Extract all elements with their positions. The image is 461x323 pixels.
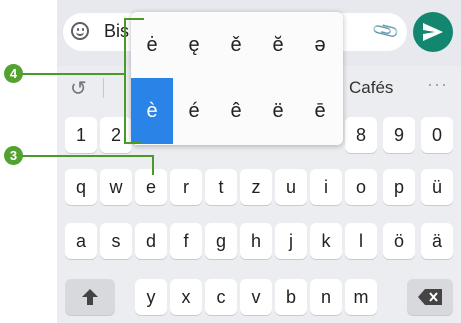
accent-schwa[interactable]: ə (299, 12, 341, 78)
key-d[interactable]: d (135, 223, 167, 259)
key-v[interactable]: v (240, 279, 272, 315)
keyboard-tools-icon[interactable]: ↺ (70, 76, 87, 101)
accent-popup: ė ę ě ĕ ə è é ê ë ē (131, 12, 343, 145)
key-g[interactable]: g (205, 223, 237, 259)
key-u[interactable]: u (275, 169, 307, 205)
key-f[interactable]: f (170, 223, 202, 259)
key-p[interactable]: p (383, 169, 415, 205)
key-o-umlaut[interactable]: ö (383, 223, 415, 259)
key-l[interactable]: l (345, 223, 377, 259)
key-w[interactable]: w (100, 169, 132, 205)
key-c[interactable]: c (205, 279, 237, 315)
key-s[interactable]: s (100, 223, 132, 259)
send-button[interactable] (413, 12, 453, 52)
callout-3-line (20, 155, 154, 157)
accent-e-diaeresis[interactable]: ë (257, 78, 299, 144)
backspace-icon (418, 289, 442, 305)
suggestion-divider (103, 78, 104, 98)
key-0[interactable]: 0 (421, 117, 453, 153)
key-2[interactable]: 2 (100, 117, 132, 153)
key-a[interactable]: a (65, 223, 97, 259)
callout-4-bracket (124, 18, 126, 144)
more-suggestions-icon[interactable]: ··· (427, 74, 448, 95)
shift-arrow-icon (82, 289, 98, 305)
accent-e-dot[interactable]: ė (131, 12, 173, 78)
callout-4-bracket-top (124, 18, 144, 20)
key-8[interactable]: 8 (345, 117, 377, 153)
callout-3-pointer (152, 155, 154, 175)
key-k[interactable]: k (310, 223, 342, 259)
key-z[interactable]: z (240, 169, 272, 205)
key-r[interactable]: r (170, 169, 202, 205)
key-a-umlaut[interactable]: ä (421, 223, 453, 259)
key-1[interactable]: 1 (65, 117, 97, 153)
key-j[interactable]: j (275, 223, 307, 259)
backspace-key[interactable] (407, 279, 453, 315)
key-b[interactable]: b (275, 279, 307, 315)
key-9[interactable]: 9 (383, 117, 415, 153)
callout-4-bracket-bottom (124, 142, 142, 144)
key-x[interactable]: x (170, 279, 202, 315)
emoji-icon[interactable] (71, 22, 89, 40)
key-i[interactable]: i (310, 169, 342, 205)
suggestion-word[interactable]: Cafés (349, 78, 393, 98)
accent-e-ogonek[interactable]: ę (173, 12, 215, 78)
accent-e-acute[interactable]: é (173, 78, 215, 144)
accent-e-caron[interactable]: ě (215, 12, 257, 78)
accent-e-macron[interactable]: ē (299, 78, 341, 144)
key-y[interactable]: y (135, 279, 167, 315)
accent-e-grave-selected[interactable]: è (131, 78, 173, 144)
accent-e-circumflex[interactable]: ê (215, 78, 257, 144)
key-e[interactable]: e (135, 169, 167, 205)
key-h[interactable]: h (240, 223, 272, 259)
key-q[interactable]: q (65, 169, 97, 205)
key-n[interactable]: n (310, 279, 342, 315)
accent-e-breve[interactable]: ĕ (257, 12, 299, 78)
callout-badge-4: 4 (4, 64, 23, 83)
key-u-umlaut[interactable]: ü (421, 169, 453, 205)
send-icon (423, 23, 443, 41)
callout-4-line (20, 73, 126, 75)
key-t[interactable]: t (205, 169, 237, 205)
callout-badge-3: 3 (4, 146, 23, 165)
key-o[interactable]: o (345, 169, 377, 205)
shift-key[interactable] (65, 279, 115, 315)
key-m[interactable]: m (345, 279, 377, 315)
